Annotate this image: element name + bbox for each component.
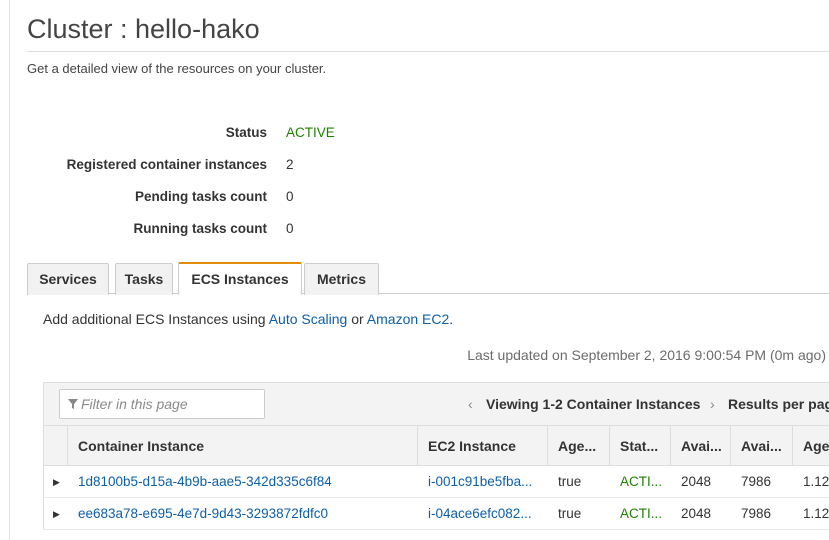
available-memory-cell: 7986: [741, 506, 772, 521]
agent-connected-cell: true: [558, 474, 582, 489]
column-header-available-cpu[interactable]: Avai...: [671, 426, 731, 466]
available-cpu-cell: 2048: [681, 506, 712, 521]
title-divider: [27, 51, 829, 52]
container-instance-link[interactable]: ee683a78-e695-4e7d-9d43-3293872fdfc0: [68, 498, 418, 530]
results-per-page-label[interactable]: Results per pag: [728, 396, 829, 412]
summary-label: Pending tasks count: [134, 189, 267, 204]
last-updated-text: Last updated on September 2, 2016 9:00:5…: [467, 347, 826, 363]
status-cell: ACTI...: [620, 474, 663, 489]
left-divider: [9, 0, 10, 540]
info-prefix: Add additional ECS Instances using: [43, 311, 269, 327]
expander-column-header: [44, 426, 68, 466]
auto-scaling-link[interactable]: Auto Scaling: [269, 311, 348, 327]
column-header-status[interactable]: Stat...: [610, 426, 671, 466]
tab-tasks[interactable]: Tasks: [115, 263, 173, 295]
column-header-agent-version[interactable]: Age: [793, 426, 829, 466]
summary-value: 2: [286, 157, 294, 172]
viewing-count: Viewing 1-2 Container Instances: [486, 396, 701, 412]
filter-box: [59, 389, 265, 419]
tab-metrics[interactable]: Metrics: [304, 263, 379, 295]
tab-ecs-instances[interactable]: ECS Instances: [178, 262, 302, 295]
table-row: ▶ ee683a78-e695-4e7d-9d43-3293872fdfc0 i…: [43, 498, 829, 530]
status-cell: ACTI...: [620, 506, 663, 521]
agent-connected-cell: true: [558, 506, 582, 521]
info-middle: or: [347, 311, 367, 327]
expand-row-icon[interactable]: ▶: [53, 498, 60, 530]
table-row: ▶ 1d8100b5-d15a-4b9b-aae5-342d335c6f84 i…: [43, 466, 829, 498]
status-value: ACTIVE: [286, 125, 335, 140]
summary-value: 0: [286, 189, 294, 204]
page-subtitle: Get a detailed view of the resources on …: [27, 61, 327, 76]
summary-row-running: Running tasks count 0: [0, 221, 400, 239]
available-cpu-cell: 2048: [681, 474, 712, 489]
tab-services[interactable]: Services: [27, 263, 109, 295]
summary-value: 0: [286, 221, 294, 236]
ec2-instance-link[interactable]: i-04ace6efc082...: [418, 498, 548, 530]
summary-row-registered: Registered container instances 2: [0, 157, 400, 175]
summary-row-pending: Pending tasks count 0: [0, 189, 400, 207]
amazon-ec2-link[interactable]: Amazon EC2: [367, 311, 449, 327]
table-header: Container Instance EC2 Instance Age... S…: [43, 426, 829, 466]
column-header-agent-connected[interactable]: Age...: [548, 426, 610, 466]
chevron-right-icon[interactable]: ›: [710, 396, 715, 412]
grid-toolbar: ‹ Viewing 1-2 Container Instances › Resu…: [43, 382, 829, 426]
filter-icon: [68, 399, 78, 409]
info-suffix: .: [449, 311, 454, 327]
page-title: Cluster : hello-hako: [27, 14, 260, 44]
column-header-ec2-instance[interactable]: EC2 Instance: [418, 426, 548, 466]
summary-label: Registered container instances: [66, 157, 267, 172]
agent-version-cell: 1.12: [803, 474, 829, 489]
tabs-bar: Services Tasks ECS Instances Metrics: [27, 261, 829, 295]
available-memory-cell: 7986: [741, 474, 772, 489]
add-instances-info: Add additional ECS Instances using Auto …: [43, 311, 453, 327]
column-header-container-instance[interactable]: Container Instance: [68, 426, 418, 466]
chevron-left-icon[interactable]: ‹: [468, 396, 473, 412]
summary-row-status: Status ACTIVE: [0, 125, 400, 143]
ec2-instance-link[interactable]: i-001c91be5fba...: [418, 466, 548, 498]
column-header-available-memory[interactable]: Avai...: [731, 426, 793, 466]
filter-input[interactable]: [81, 395, 261, 413]
summary-label: Status: [225, 125, 267, 140]
container-instance-link[interactable]: 1d8100b5-d15a-4b9b-aae5-342d335c6f84: [68, 466, 418, 498]
expand-row-icon[interactable]: ▶: [53, 466, 60, 498]
agent-version-cell: 1.12: [803, 506, 829, 521]
summary-label: Running tasks count: [133, 221, 267, 236]
